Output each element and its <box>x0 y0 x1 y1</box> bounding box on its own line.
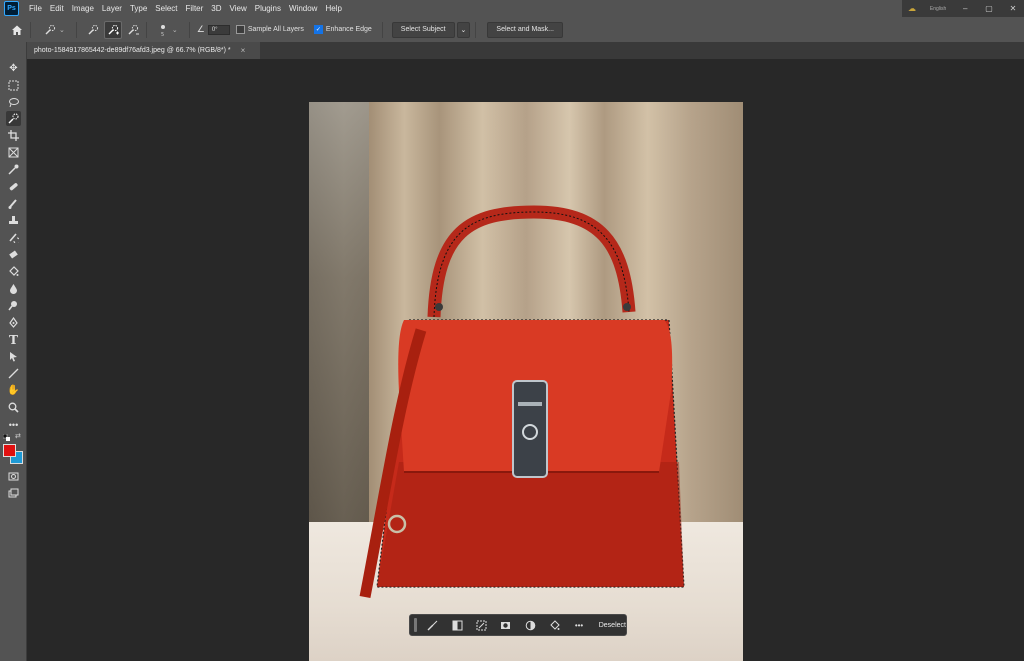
quick-selection-tool-icon[interactable] <box>6 111 21 126</box>
menu-item-plugins[interactable]: Plugins <box>251 4 285 13</box>
subtract-from-selection-icon[interactable] <box>125 22 141 38</box>
angle-icon: ∠ <box>196 24 205 34</box>
default-colors-icon[interactable] <box>2 433 10 441</box>
select-subject-dropdown[interactable]: ⌄ <box>456 21 471 38</box>
menu-item-window[interactable]: Window <box>285 4 321 13</box>
brush-tool-icon[interactable] <box>6 196 21 211</box>
menu-item-help[interactable]: Help <box>321 4 345 13</box>
menu-item-3d[interactable]: 3D <box>207 4 225 13</box>
divider <box>475 21 477 38</box>
quick-mask-icon[interactable] <box>6 469 21 484</box>
select-subject-button[interactable]: Select Subject <box>391 21 455 38</box>
enhance-edge-checkbox[interactable]: ✓ Enhance Edge <box>313 25 372 34</box>
screen-mode-icon[interactable] <box>6 486 21 501</box>
menu-item-edit[interactable]: Edit <box>46 4 68 13</box>
more-options-icon[interactable]: ••• <box>571 617 586 633</box>
close-window-icon[interactable]: ✕ <box>1008 4 1018 14</box>
deselect-button[interactable]: Deselect <box>599 622 626 629</box>
menu-item-image[interactable]: Image <box>68 4 98 13</box>
home-icon[interactable] <box>9 22 25 38</box>
angle-input[interactable]: 0° <box>207 24 230 35</box>
document-canvas[interactable] <box>309 102 743 661</box>
sample-all-layers-label: Sample All Layers <box>247 26 304 33</box>
document-tab-bar: photo-1584917865442-de89df76afd3.jpeg @ … <box>27 42 1024 59</box>
document-tab-title: photo-1584917865442-de89df76afd3.jpeg @ … <box>34 47 231 54</box>
history-brush-tool-icon[interactable] <box>6 230 21 245</box>
divider <box>145 21 147 38</box>
menu-item-layer[interactable]: Layer <box>98 4 126 13</box>
fill-selection-icon[interactable] <box>547 617 562 633</box>
healing-brush-tool-icon[interactable] <box>6 179 21 194</box>
chevron-down-icon: ⌄ <box>460 26 467 34</box>
contextual-task-bar: ••• Deselect <box>409 614 627 636</box>
foreground-color-swatch[interactable] <box>3 444 16 457</box>
marquee-tool-icon[interactable] <box>6 78 21 93</box>
cloud-icon[interactable]: ☁ <box>908 4 916 13</box>
dodge-tool-icon[interactable] <box>6 298 21 313</box>
menu-item-filter[interactable]: Filter <box>182 4 208 13</box>
divider <box>75 21 77 38</box>
enhance-edge-label: Enhance Edge <box>325 26 372 33</box>
menu-item-select[interactable]: Select <box>151 4 181 13</box>
divider <box>30 21 31 38</box>
divider <box>188 21 190 38</box>
eraser-tool-icon[interactable] <box>6 247 21 262</box>
canvas-area[interactable] <box>27 59 1024 661</box>
language-indicator[interactable]: English <box>930 6 946 12</box>
path-selection-tool-icon[interactable] <box>6 349 21 364</box>
hand-tool-icon[interactable]: ✋ <box>6 383 21 398</box>
pen-tool-icon[interactable] <box>6 315 21 330</box>
paint-bucket-tool-icon[interactable] <box>6 264 21 279</box>
menu-items: File Edit Image Layer Type Select Filter 3D View… <box>25 4 346 13</box>
zoom-tool-icon[interactable] <box>6 400 21 415</box>
menu-item-view[interactable]: View <box>226 4 251 13</box>
adjustment-layer-icon[interactable] <box>523 617 538 633</box>
checkbox-box[interactable] <box>235 25 245 34</box>
document-tab[interactable]: photo-1584917865442-de89df76afd3.jpeg @ … <box>27 42 260 59</box>
drag-handle[interactable] <box>414 618 417 632</box>
more-tools-icon[interactable]: ••• <box>6 417 21 432</box>
eyedropper-tool-icon[interactable] <box>6 162 21 177</box>
lasso-tool-icon[interactable] <box>6 95 21 110</box>
new-selection-icon[interactable] <box>85 22 101 38</box>
checkbox-box-checked[interactable]: ✓ <box>313 25 323 34</box>
create-mask-icon[interactable] <box>498 617 513 633</box>
options-bar: ⌄ 5 ⌄ ∠ 0° Sample All Layers ✓ Enhance E… <box>0 17 1024 43</box>
window-controls: ☁ English – ▢ ✕ <box>902 0 1024 17</box>
swap-colors-icon[interactable]: ⇄ <box>15 432 21 440</box>
toolbox: ✥ T ✋ ••• ⇄ <box>0 42 27 661</box>
menu-item-type[interactable]: Type <box>126 4 151 13</box>
mask-selection-icon[interactable] <box>449 617 464 633</box>
clone-stamp-tool-icon[interactable] <box>6 213 21 228</box>
select-and-mask-button[interactable]: Select and Mask... <box>487 21 564 38</box>
add-to-selection-icon[interactable] <box>103 20 122 39</box>
divider <box>381 21 383 38</box>
red-handbag-image <box>359 205 685 599</box>
type-tool-icon[interactable]: T <box>6 332 21 347</box>
close-tab-icon[interactable]: × <box>241 46 246 55</box>
quick-selection-preset-icon[interactable] <box>42 22 58 38</box>
svg-text:5: 5 <box>161 32 164 37</box>
chevron-down-icon[interactable]: ⌄ <box>172 26 178 34</box>
invert-selection-icon[interactable] <box>474 617 489 633</box>
crop-tool-icon[interactable] <box>6 128 21 143</box>
sample-all-layers-checkbox[interactable]: Sample All Layers <box>235 25 304 34</box>
minimize-icon[interactable]: – <box>960 4 970 14</box>
frame-tool-icon[interactable] <box>6 145 21 160</box>
menu-item-file[interactable]: File <box>25 4 46 13</box>
chevron-down-icon[interactable]: ⌄ <box>59 26 65 34</box>
menu-bar: Ps File Edit Image Layer Type Select Filter 3D V… <box>0 0 1024 17</box>
photoshop-logo: Ps <box>4 1 19 16</box>
brush-size-icon[interactable]: 5 <box>155 22 171 38</box>
move-tool-icon[interactable]: ✥ <box>6 61 21 76</box>
line-tool-icon[interactable] <box>6 366 21 381</box>
maximize-icon[interactable]: ▢ <box>984 4 994 14</box>
blur-tool-icon[interactable] <box>6 281 21 296</box>
modify-selection-icon[interactable] <box>425 617 440 633</box>
